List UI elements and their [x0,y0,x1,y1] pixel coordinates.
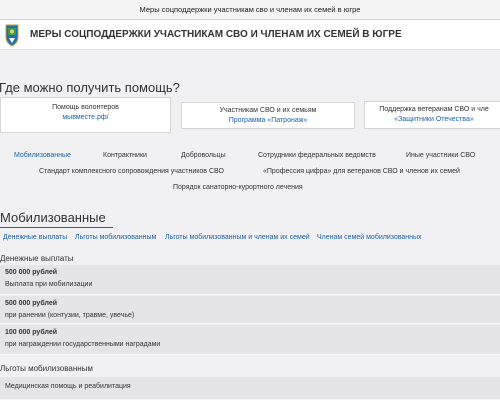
help-card-volunteers[interactable]: Помощь волонтеров мывместе.рф/ [0,97,171,133]
nav-item-other-participants[interactable]: Иные участники СВО [406,152,475,159]
section-title: Мобилизованные [0,210,106,225]
benefit-row[interactable]: Медицинская помощь и реабилитация [0,377,500,400]
help-card-link[interactable]: «Защитники Отечества» [365,115,500,125]
nav-item-contractors[interactable]: Контрактники [103,152,147,159]
subnav-benefits[interactable]: Льготы мобилизованным [75,234,156,241]
benefits-heading: Льготы мобилизованным [0,364,93,373]
payment-description: Выплата при мобилизации [5,281,93,288]
window-titlebar: Меры соцподдержки участникам сво и члена… [0,0,500,20]
nav-item-profession-digital[interactable]: «Профессия цифра» для ветеранов СВО и чл… [263,168,460,175]
subnav-payments[interactable]: Денежные выплаты [3,234,67,241]
payment-amount: 100 000 рублей [5,329,58,336]
nav-item-sanatorium[interactable]: Порядок санаторно-курортного лечения [173,184,303,191]
payment-description: при награждении государственными награда… [5,341,161,348]
help-card-veterans[interactable]: Поддержка ветеранам СВО и чле «Защитники… [364,101,500,129]
payments-heading: Денежные выплаты [0,254,74,263]
coat-of-arms-icon[interactable] [4,23,20,47]
help-heading: Где можно получить помощь? [0,80,180,95]
help-card-label: Участникам СВО и их семьям [219,107,317,114]
payment-row: 100 000 рублей при награждении государст… [0,325,500,355]
section-divider [0,227,113,228]
page-title: МЕРЫ СОЦПОДДЕРЖКИ УЧАСТНИКАМ СВО И ЧЛЕНА… [30,29,402,40]
payment-description: при ранении (контузии, травме, увечье) [5,312,135,319]
nav-item-mobilized[interactable]: Мобилизованные [14,152,71,159]
nav-item-volunteers[interactable]: Добровольцы [181,152,226,159]
help-card-patronage[interactable]: Участникам СВО и их семьям Программа «Па… [181,102,355,129]
category-nav: Мобилизованные Контрактники Добровольцы … [0,146,500,198]
subnav-benefits-family[interactable]: Льготы мобилизованным и членам их семей [165,234,310,241]
payment-row: 500 000 рублей Выплата при мобилизации [0,265,500,295]
nav-item-support-standard[interactable]: Стандарт комплексного сопровождения учас… [39,168,224,175]
help-card-link[interactable]: мывместе.рф/ [1,113,170,123]
nav-item-federal-staff[interactable]: Сотрудники федеральных ведомств [258,152,376,159]
payment-amount: 500 000 рублей [5,300,58,307]
payment-row: 500 000 рублей при ранении (контузии, тр… [0,296,500,324]
benefit-label: Медицинская помощь и реабилитация [5,383,131,390]
site-header: МЕРЫ СОЦПОДДЕРЖКИ УЧАСТНИКАМ СВО И ЧЛЕНА… [0,20,500,50]
help-card-label: Поддержка ветеранам СВО и чле [379,106,489,113]
payment-amount: 500 000 рублей [5,269,58,276]
window-title: Меры соцподдержки участникам сво и члена… [139,5,361,14]
help-card-label: Помощь волонтеров [52,104,119,111]
subnav-family-members[interactable]: Членам семей мобилизованных [317,234,422,241]
help-card-link[interactable]: Программа «Патронаж» [182,116,354,126]
